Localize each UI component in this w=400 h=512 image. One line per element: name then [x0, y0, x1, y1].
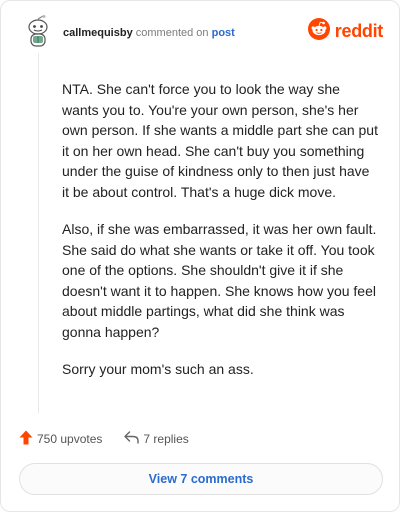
comment-byline: callmequisby commented on post — [63, 27, 235, 39]
byline-action: commented on — [135, 27, 209, 39]
view-comments-button[interactable]: View 7 comments — [19, 463, 383, 495]
comment-paragraph: NTA. She can't force you to look the way… — [62, 81, 378, 200]
comment-footer: 750 upvotes 7 replies — [19, 429, 189, 449]
thread-line[interactable] — [38, 53, 39, 413]
comment-paragraph: Sorry your mom's such an ass. — [62, 361, 254, 377]
comment-body: NTA. She can't force you to look the way… — [62, 79, 380, 397]
snoo-avatar-icon[interactable] — [23, 15, 53, 49]
comment-paragraph: Also, if she was embarrassed, it was her… — [62, 221, 377, 340]
comment-card: callmequisby commented on post reddit NT… — [0, 0, 400, 512]
username-link[interactable]: callmequisby — [63, 27, 133, 39]
upvote-button[interactable]: 750 upvotes — [19, 430, 102, 448]
reply-arrow-icon — [124, 431, 143, 447]
upvote-count: 750 upvotes — [37, 432, 103, 446]
reddit-brand[interactable]: reddit — [307, 17, 384, 45]
reply-count: 7 replies — [143, 432, 189, 446]
reddit-wordmark: reddit — [334, 20, 384, 41]
post-link[interactable]: post — [212, 27, 235, 39]
comment-header: callmequisby commented on post reddit — [23, 15, 383, 51]
upvote-arrow-icon — [19, 430, 37, 448]
reddit-logo-icon — [307, 17, 330, 45]
replies-button[interactable]: 7 replies — [124, 431, 189, 447]
